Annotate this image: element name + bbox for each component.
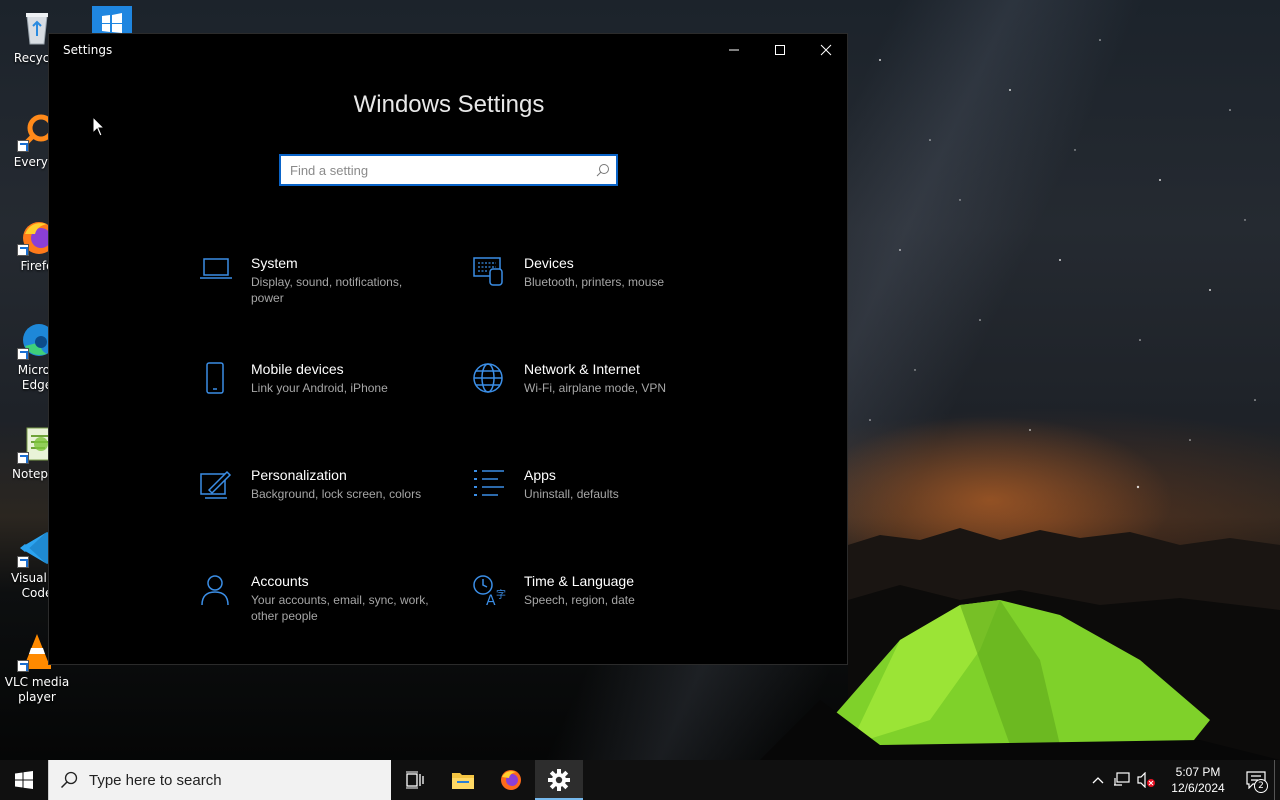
- task-view-icon: [406, 771, 424, 789]
- settings-search-box[interactable]: [279, 154, 618, 186]
- windows-logo-icon: [15, 771, 33, 789]
- file-explorer-button[interactable]: [439, 760, 487, 800]
- category-description: Wi-Fi, airplane mode, VPN: [524, 381, 667, 395]
- time-language-icon: A字: [472, 572, 520, 612]
- page-title: Windows Settings: [353, 91, 545, 118]
- taskbar-search-placeholder: Type here to search: [89, 771, 222, 789]
- category-accounts[interactable]: Accounts Your accounts, email, sync, wor…: [199, 572, 439, 652]
- action-center-button[interactable]: 2: [1238, 760, 1274, 800]
- category-title: Devices: [524, 255, 574, 271]
- shortcut-arrow-icon: [17, 140, 29, 152]
- category-title: Network & Internet: [524, 361, 640, 377]
- maximize-button[interactable]: [757, 34, 803, 66]
- window-titlebar[interactable]: Settings: [49, 34, 847, 66]
- firefox-icon: [501, 770, 521, 790]
- search-icon: [49, 771, 89, 789]
- category-description: Bluetooth, printers, mouse: [524, 275, 665, 289]
- search-icon[interactable]: [590, 156, 616, 184]
- settings-taskbar-button[interactable]: [535, 760, 583, 800]
- category-title: Time & Language: [524, 573, 634, 589]
- notification-count-badge: 2: [1254, 779, 1268, 793]
- category-title: Accounts: [251, 573, 309, 589]
- settings-gear-icon: [548, 769, 570, 791]
- minimize-button[interactable]: [711, 34, 757, 66]
- paint-icon: [199, 466, 247, 506]
- system-tray: 5:07 PM 12/6/2024 2: [1086, 760, 1280, 800]
- category-system[interactable]: System Display, sound, notifications, po…: [199, 254, 439, 334]
- file-explorer-icon: [452, 773, 474, 789]
- category-mobile-devices[interactable]: Mobile devices Link your Android, iPhone: [199, 360, 439, 440]
- shortcut-arrow-icon: [17, 452, 29, 464]
- windows-logo-icon: [102, 13, 122, 33]
- laptop-icon: [199, 254, 247, 294]
- mouse-cursor-icon: [92, 116, 106, 137]
- taskbar: Type here to search 5:07 PM 12/6/2024 2: [0, 760, 1280, 800]
- globe-icon: [472, 360, 520, 400]
- settings-window: Settings Windows Settings System Display…: [48, 33, 848, 665]
- category-title: Apps: [524, 467, 556, 483]
- chevron-up-icon: [1092, 777, 1104, 784]
- desktop-icon-label: player: [18, 690, 56, 704]
- network-wired-icon: [1114, 772, 1130, 786]
- task-view-button[interactable]: [391, 760, 439, 800]
- taskbar-search-box[interactable]: Type here to search: [48, 760, 391, 800]
- svg-text:字: 字: [496, 588, 506, 601]
- shortcut-arrow-icon: [17, 348, 29, 360]
- category-description: Display, sound, notifications, power: [251, 275, 403, 305]
- minimize-icon: [729, 49, 739, 51]
- keyboard-devices-icon: [472, 254, 520, 294]
- settings-search-input[interactable]: [281, 156, 590, 184]
- clock-date: 12/6/2024: [1171, 781, 1225, 795]
- person-icon: [199, 572, 247, 612]
- category-title: System: [251, 255, 298, 271]
- show-hidden-icons-button[interactable]: [1086, 760, 1110, 800]
- category-time-language[interactable]: A字 Time & Language Speech, region, date: [472, 572, 712, 652]
- window-title: Settings: [63, 43, 113, 57]
- category-personalization[interactable]: Personalization Background, lock screen,…: [199, 466, 439, 546]
- shortcut-arrow-icon: [17, 556, 29, 568]
- start-button[interactable]: [0, 760, 48, 800]
- shortcut-arrow-icon: [17, 660, 29, 672]
- maximize-icon: [775, 45, 785, 55]
- svg-text:A: A: [486, 593, 496, 606]
- category-title: Personalization: [251, 467, 347, 483]
- category-description: Uninstall, defaults: [524, 487, 619, 501]
- firefox-taskbar-button[interactable]: [487, 760, 535, 800]
- category-description: Link your Android, iPhone: [251, 381, 388, 395]
- volume-tray-button[interactable]: [1134, 760, 1158, 800]
- desktop-icon-windows-partial[interactable]: [92, 6, 132, 33]
- shortcut-arrow-icon: [17, 244, 29, 256]
- close-icon: [820, 44, 832, 56]
- phone-icon: [199, 360, 247, 400]
- clock-time: 5:07 PM: [1175, 765, 1221, 779]
- desktop-icon-label: VLC media: [4, 675, 70, 689]
- category-title: Mobile devices: [251, 361, 344, 377]
- close-button[interactable]: [803, 34, 849, 66]
- volume-muted-icon: [1137, 772, 1155, 788]
- category-network-internet[interactable]: Network & Internet Wi-Fi, airplane mode,…: [472, 360, 712, 440]
- apps-list-icon: [472, 466, 520, 506]
- category-description: Background, lock screen, colors: [251, 487, 422, 501]
- category-description: Your accounts, email, sync, work, other …: [251, 593, 429, 623]
- category-apps[interactable]: Apps Uninstall, defaults: [472, 466, 712, 546]
- show-desktop-button[interactable]: [1274, 760, 1280, 800]
- network-tray-button[interactable]: [1110, 760, 1134, 800]
- category-description: Speech, region, date: [524, 593, 635, 607]
- category-devices[interactable]: Devices Bluetooth, printers, mouse: [472, 254, 712, 334]
- taskbar-clock[interactable]: 5:07 PM 12/6/2024: [1158, 764, 1238, 796]
